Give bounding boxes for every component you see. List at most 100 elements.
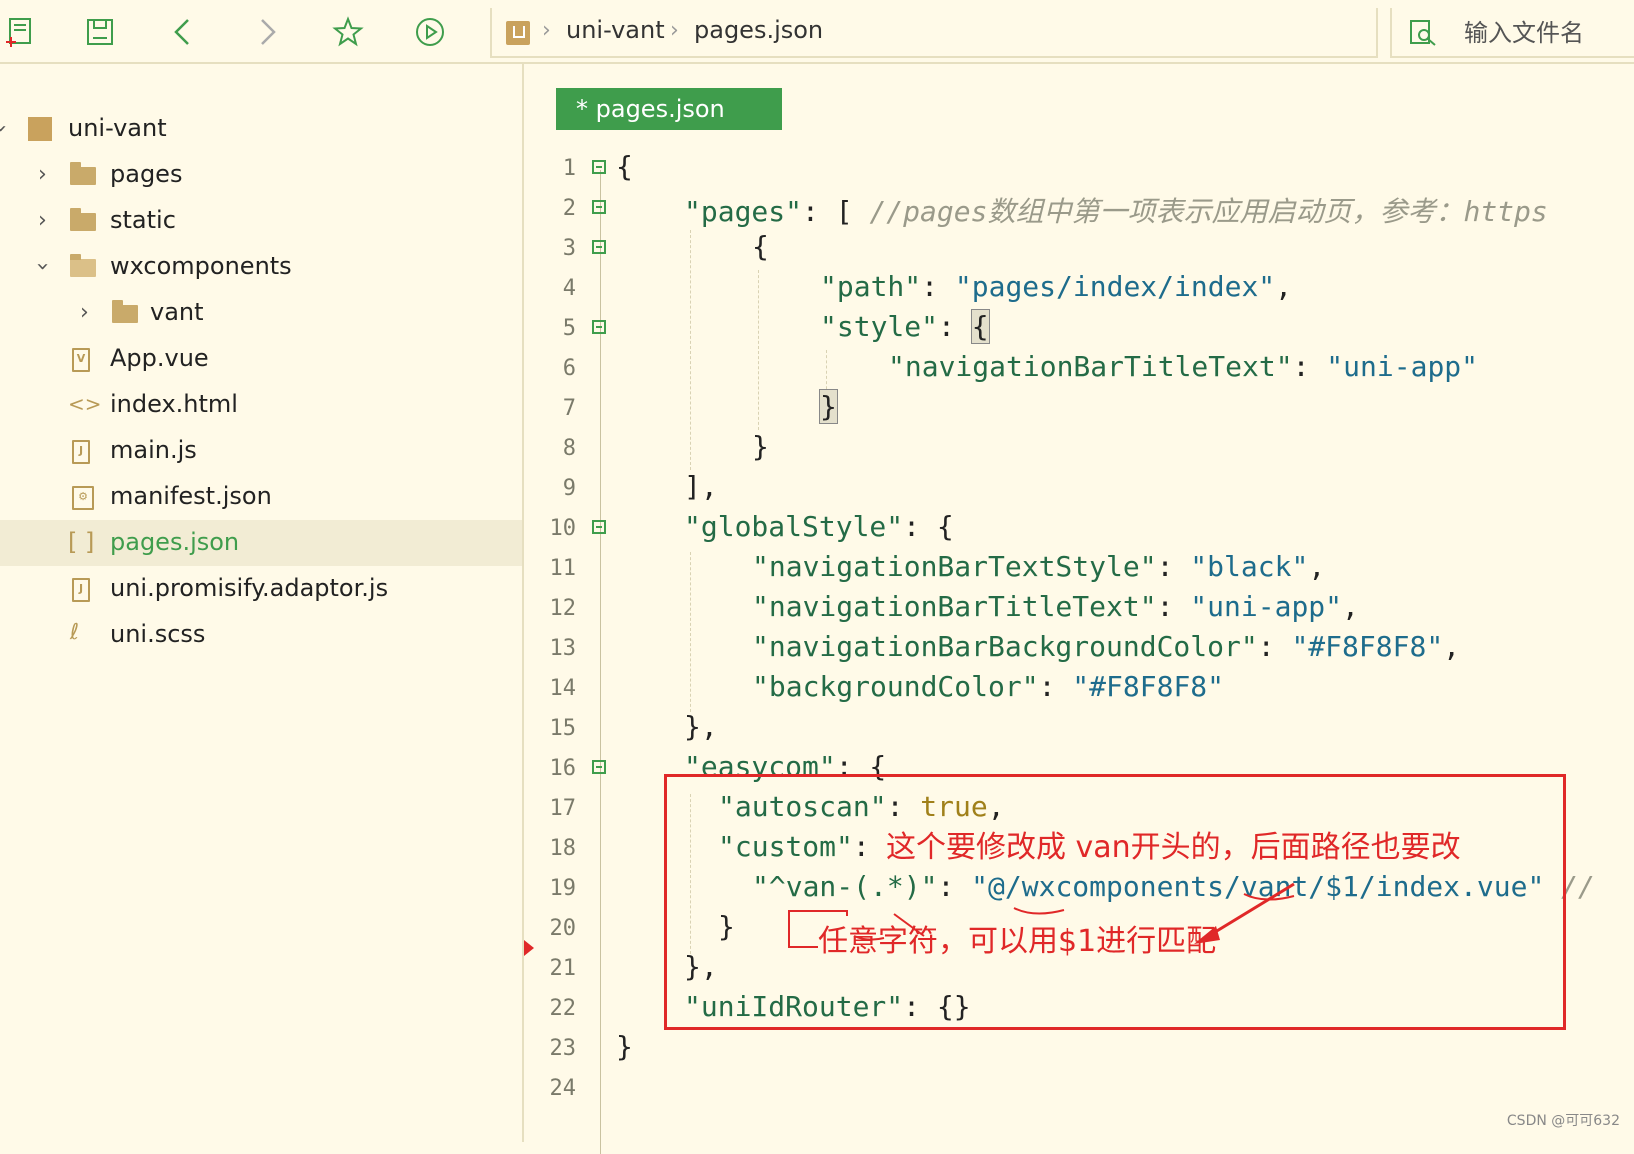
json-file-icon: [ ] — [68, 528, 95, 556]
tree-item-index-html[interactable]: <> index.html — [0, 382, 522, 428]
line-number: 4 — [562, 276, 576, 301]
tree-label: pages — [110, 160, 183, 188]
tree-label: uni.scss — [110, 620, 206, 648]
tree-label: uni-vant — [68, 114, 167, 142]
line-number: 20 — [549, 916, 577, 941]
fold-toggle-icon[interactable] — [592, 760, 606, 774]
tree-item-project[interactable]: › uni-vant — [0, 106, 522, 152]
line-number: 5 — [562, 316, 576, 341]
star-icon[interactable] — [330, 14, 366, 50]
fold-toggle-icon[interactable] — [592, 200, 606, 214]
fold-toggle-icon[interactable] — [592, 320, 606, 334]
code-token: "navigationBarTextStyle" — [752, 550, 1157, 583]
breadcrumb: › uni-vant › pages.json — [490, 8, 1378, 58]
tree-label: manifest.json — [110, 482, 272, 510]
tree-item-pages[interactable]: › pages — [0, 152, 522, 198]
tree-label: App.vue — [110, 344, 209, 372]
line-number: 6 — [562, 356, 576, 381]
code-line: 7 } — [524, 388, 1634, 430]
new-file-icon[interactable] — [2, 14, 38, 50]
code-line: 14 "backgroundColor": "#F8F8F8" — [524, 668, 1634, 710]
code-token: "backgroundColor" — [752, 670, 1039, 703]
line-number: 13 — [549, 636, 577, 661]
run-icon[interactable] — [412, 14, 448, 50]
line-number: 15 — [549, 716, 577, 741]
code-line: 15 }, — [524, 708, 1634, 750]
code-line: 11 "navigationBarTextStyle": "black", — [524, 548, 1634, 590]
tree-item-manifest[interactable]: ⚙ manifest.json — [0, 474, 522, 520]
line-number: 18 — [549, 836, 577, 861]
code-token: "globalStyle" — [684, 510, 904, 543]
chevron-down-icon[interactable]: › — [30, 262, 55, 271]
tree-item-uni-scss[interactable]: ℓ uni.scss — [0, 612, 522, 658]
tree-item-promisify[interactable]: J uni.promisify.adaptor.js — [0, 566, 522, 612]
line-number: 16 — [549, 756, 577, 781]
code-token: } — [616, 1030, 633, 1063]
code-editor[interactable]: * pages.json 1 { 2 "pages": [ //pages数组中… — [524, 64, 1634, 1154]
code-token: } — [819, 389, 838, 424]
save-icon[interactable] — [82, 14, 118, 50]
code-token: { — [752, 230, 769, 263]
code-token: "navigationBarTitleText" — [752, 590, 1157, 623]
line-number: 14 — [549, 676, 577, 701]
code-token: "uni-app" — [1190, 590, 1343, 623]
fold-toggle-icon[interactable] — [592, 160, 606, 174]
code-line: 12 "navigationBarTitleText": "uni-app", — [524, 588, 1634, 630]
breadcrumb-item-file[interactable]: pages.json — [694, 16, 823, 44]
vue-file-icon: V — [72, 348, 90, 372]
tab-pages-json[interactable]: * pages.json — [556, 88, 782, 130]
tree-item-wxcomponents[interactable]: › wxcomponents — [0, 244, 522, 290]
folder-icon — [70, 208, 96, 231]
chevron-down-icon[interactable]: › — [0, 124, 13, 133]
code-token: { — [616, 150, 633, 183]
code-token: } — [752, 430, 769, 463]
project-icon — [28, 117, 52, 141]
line-number: 3 — [562, 236, 576, 261]
fold-toggle-icon[interactable] — [592, 240, 606, 254]
code-line: 9 ], — [524, 468, 1634, 510]
code-comment: // — [1561, 870, 1595, 903]
line-number: 1 — [562, 156, 576, 181]
chevron-right-icon: › — [670, 18, 679, 43]
error-marker-icon — [524, 940, 534, 956]
code-token: "#F8F8F8" — [1072, 670, 1225, 703]
chevron-right-icon[interactable]: › — [38, 162, 47, 187]
forward-icon[interactable] — [248, 14, 284, 50]
js-file-icon: J — [72, 578, 90, 602]
fold-toggle-icon[interactable] — [592, 520, 606, 534]
chevron-right-icon: › — [542, 18, 551, 43]
code-token: "pages" — [684, 195, 803, 228]
code-token: : [ — [802, 195, 870, 228]
breadcrumb-item-project[interactable]: uni-vant — [566, 16, 665, 44]
code-token: "navigationBarTitleText" — [888, 350, 1293, 383]
chevron-right-icon[interactable]: › — [38, 208, 47, 233]
tree-item-vant[interactable]: › vant — [0, 290, 522, 336]
search-file-icon[interactable] — [1408, 18, 1438, 52]
tree-item-main-js[interactable]: J main.js — [0, 428, 522, 474]
tree-label: static — [110, 206, 176, 234]
tree-label: pages.json — [110, 528, 240, 556]
file-search — [1390, 8, 1634, 58]
tree-item-pages-json[interactable]: [ ] pages.json — [0, 520, 522, 566]
tree-item-static[interactable]: › static — [0, 198, 522, 244]
tree-item-app-vue[interactable]: V App.vue — [0, 336, 522, 382]
search-input[interactable] — [1462, 18, 1626, 48]
line-number: 19 — [549, 876, 577, 901]
chevron-right-icon[interactable]: › — [80, 300, 89, 325]
line-number: 17 — [549, 796, 577, 821]
code-token: ], — [684, 470, 718, 503]
line-number: 9 — [562, 476, 576, 501]
code-line: 6 "navigationBarTitleText": "uni-app" — [524, 348, 1634, 390]
code-line: 1 { — [524, 148, 1634, 190]
line-number: 24 — [549, 1076, 577, 1101]
back-icon[interactable] — [166, 14, 202, 50]
folder-icon — [112, 300, 138, 323]
line-number: 10 — [549, 516, 577, 541]
project-logo-icon — [506, 21, 530, 45]
code-token: "navigationBarBackgroundColor" — [752, 630, 1258, 663]
code-line: 4 "path": "pages/index/index", — [524, 268, 1634, 310]
code-line: 13 "navigationBarBackgroundColor": "#F8F… — [524, 628, 1634, 670]
code-token: "path" — [820, 270, 922, 303]
line-number: 22 — [549, 996, 577, 1021]
annotation-arrow-icon — [853, 882, 1295, 944]
